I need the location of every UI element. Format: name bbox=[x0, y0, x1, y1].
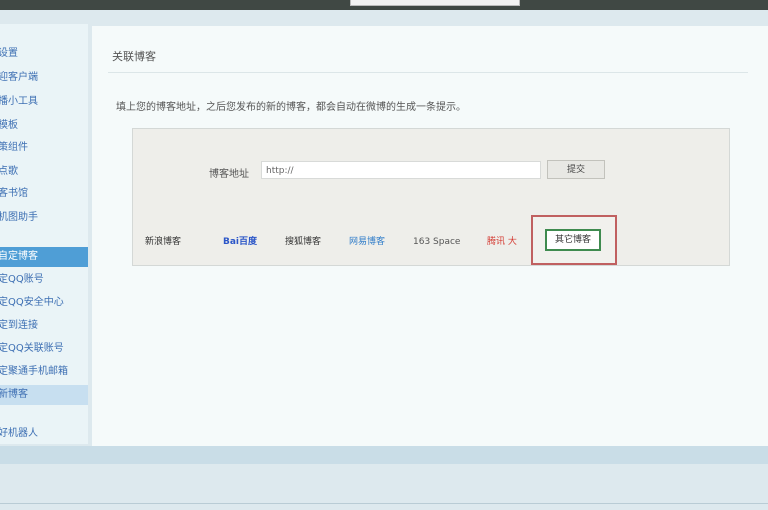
provider-tencent[interactable]: 腾讯 大 bbox=[487, 233, 517, 251]
provider-baidu[interactable]: Bai百度 bbox=[223, 233, 257, 251]
highlight-box: 其它博客 bbox=[531, 215, 617, 265]
provider-163-space[interactable]: 163 Space bbox=[413, 233, 460, 251]
sidebar-item-custom-blog[interactable]: 自定博客 bbox=[0, 247, 88, 267]
sidebar-item-components[interactable]: 策组件 bbox=[0, 138, 88, 158]
provider-sina-blog[interactable]: 新浪博客 bbox=[145, 233, 181, 251]
provider-sohu-blog[interactable]: 搜狐博客 bbox=[285, 233, 321, 251]
page-title: 关联博客 bbox=[112, 50, 156, 63]
description-text: 填上您的博客地址，之后您发布的新的博客，都会自动在微博的生成一条提示。 bbox=[116, 102, 466, 113]
sidebar-item-qq-account[interactable]: 定QQ账号 bbox=[0, 270, 88, 290]
sidebar-item-mobile-mail[interactable]: 定聚通手机邮箱 bbox=[0, 362, 88, 382]
sidebar: 设置 迎客户端 播小工具 模板 策组件 点歌 客书馆 机图助手 自定博客 定QQ… bbox=[0, 24, 88, 444]
sidebar-item-widget[interactable]: 播小工具 bbox=[0, 92, 88, 112]
sidebar-item-settings[interactable]: 设置 bbox=[0, 44, 88, 64]
sidebar-item-template[interactable]: 模板 bbox=[0, 116, 88, 136]
sidebar-item-library[interactable]: 客书馆 bbox=[0, 184, 88, 204]
blog-address-input[interactable]: http:// bbox=[261, 161, 541, 179]
sidebar-item-link[interactable]: 定到连接 bbox=[0, 316, 88, 336]
sidebar-item-assistant[interactable]: 机图助手 bbox=[0, 208, 88, 228]
sidebar-item-qq-security[interactable]: 定QQ安全中心 bbox=[0, 293, 88, 313]
top-search-field[interactable] bbox=[350, 0, 520, 6]
provider-netease-blog[interactable]: 网易博客 bbox=[349, 233, 385, 251]
sidebar-item-qq-related[interactable]: 定QQ关联账号 bbox=[0, 339, 88, 359]
bottom-divider bbox=[0, 503, 768, 504]
title-divider bbox=[108, 72, 748, 73]
browser-top-bar bbox=[0, 0, 768, 10]
sidebar-item-new-blog[interactable]: 新博客 bbox=[0, 385, 88, 405]
sidebar-item-client[interactable]: 迎客户端 bbox=[0, 68, 88, 88]
blog-address-label: 博客地址 bbox=[209, 169, 249, 180]
main-content: 关联博客 填上您的博客地址，之后您发布的新的博客，都会自动在微博的生成一条提示。… bbox=[92, 26, 768, 446]
bottom-bar bbox=[0, 446, 768, 464]
submit-button[interactable]: 提交 bbox=[547, 160, 605, 179]
blog-address-panel: 博客地址 http:// 提交 新浪博客 Bai百度 搜狐博客 网易博客 163… bbox=[132, 128, 730, 266]
sidebar-item-robot[interactable]: 好机器人 bbox=[0, 424, 88, 444]
other-blog-button[interactable]: 其它博客 bbox=[545, 229, 601, 251]
sidebar-item-song[interactable]: 点歌 bbox=[0, 162, 88, 182]
